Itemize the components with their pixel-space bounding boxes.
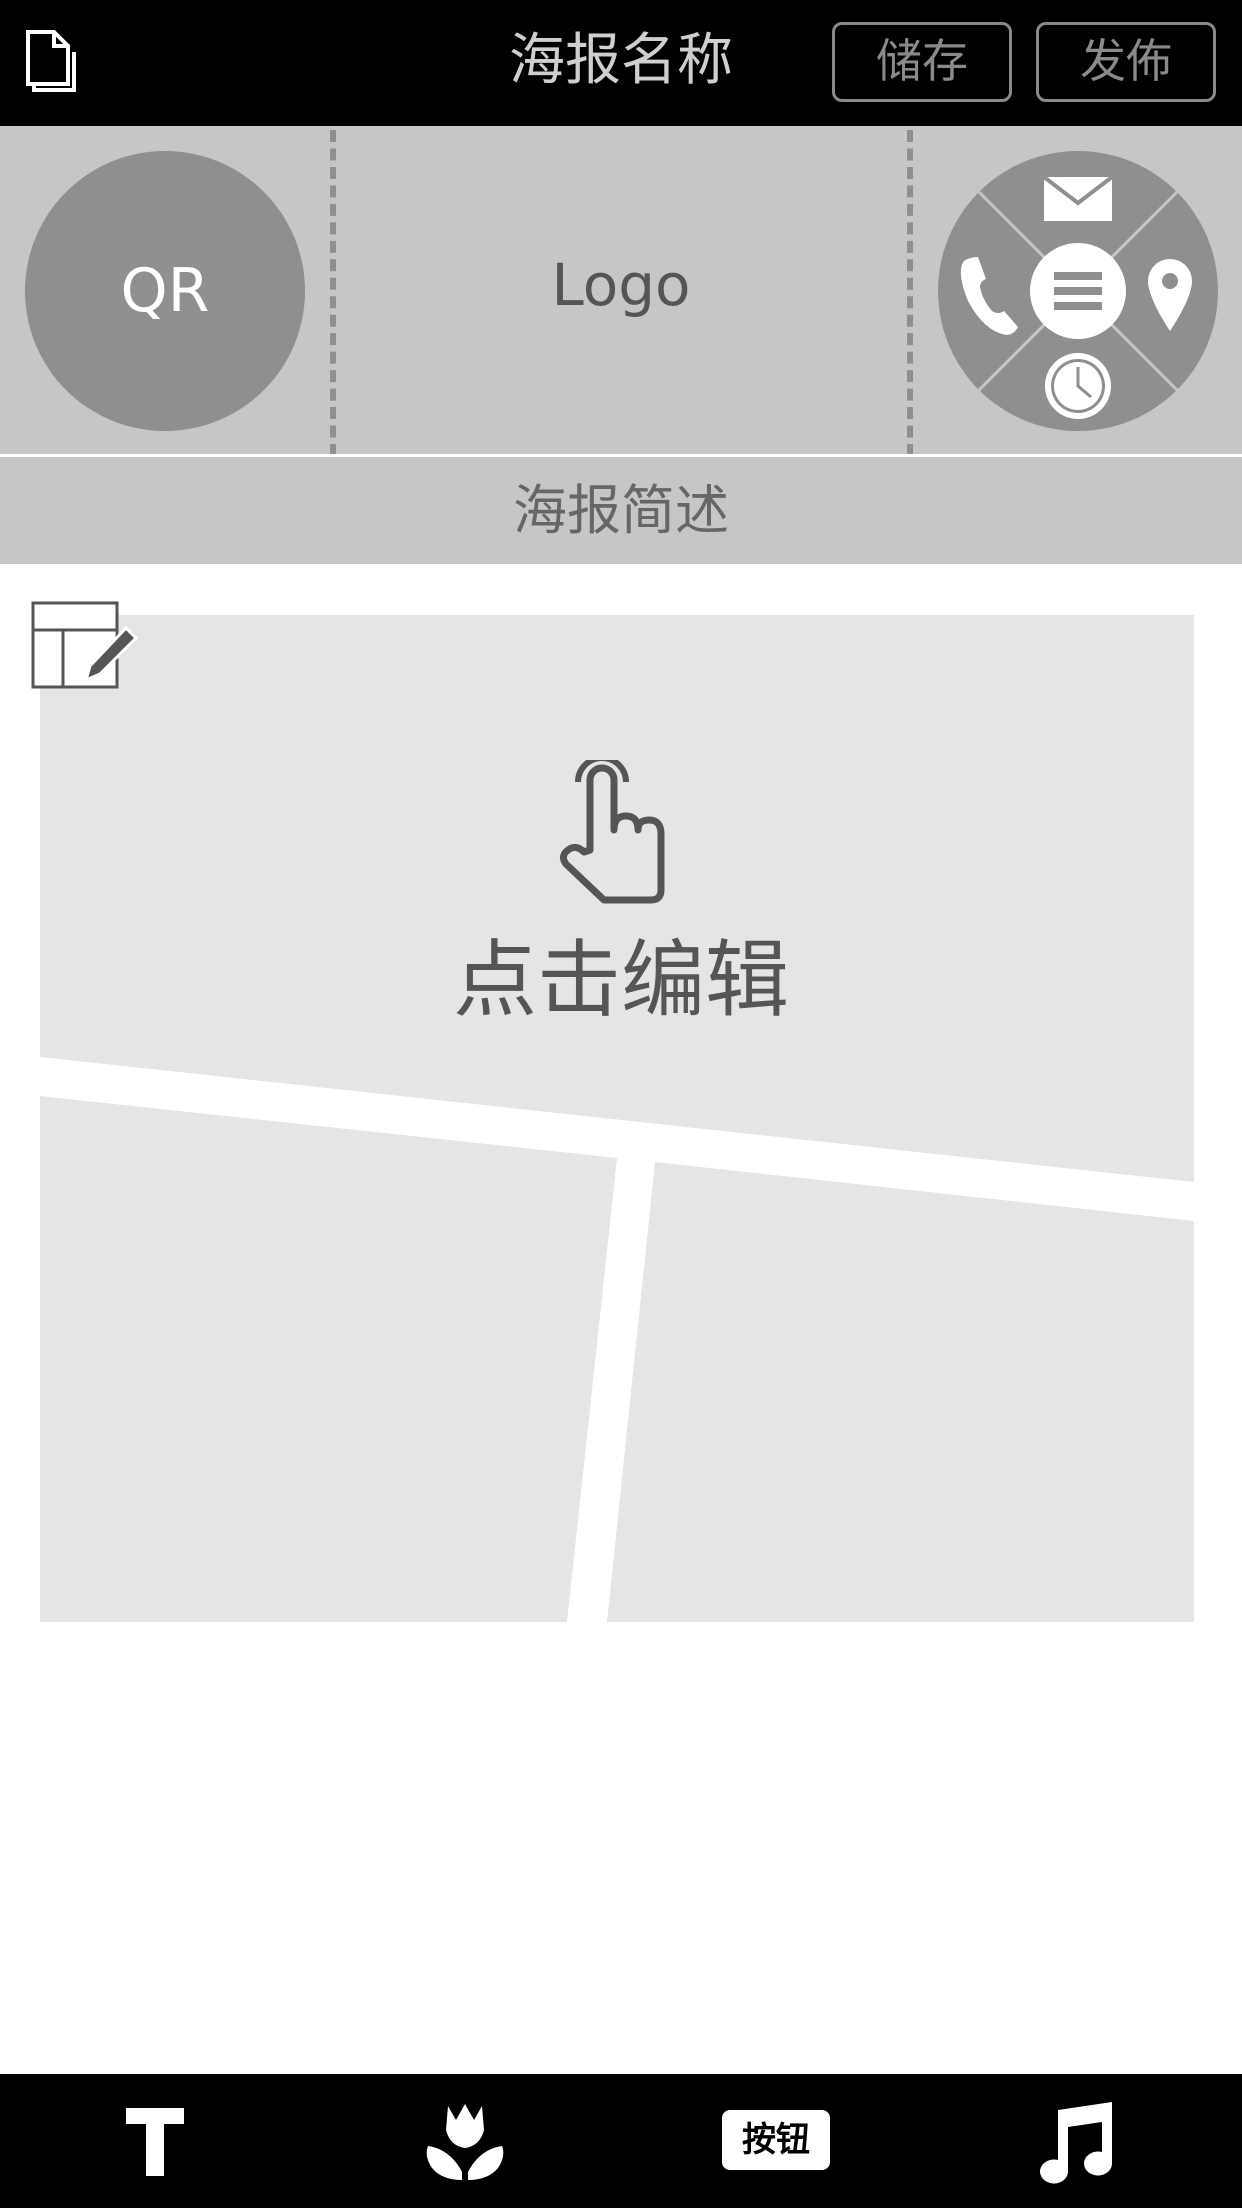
- divider: [907, 130, 913, 456]
- poster-description[interactable]: 海报简述: [0, 457, 1242, 564]
- menu-icon[interactable]: [1030, 243, 1126, 339]
- publish-button[interactable]: 发佈: [1036, 22, 1216, 102]
- music-icon[interactable]: [1020, 2100, 1130, 2184]
- contact-menu-wheel[interactable]: [938, 151, 1218, 431]
- clock-icon[interactable]: [1045, 353, 1111, 419]
- content-canvas: [40, 615, 1194, 1622]
- mail-icon[interactable]: [1042, 175, 1114, 221]
- qr-code-placeholder[interactable]: QR: [25, 151, 305, 431]
- save-button[interactable]: 储存: [832, 22, 1012, 102]
- edit-panel-bottom-left[interactable]: [40, 1096, 617, 1622]
- flower-icon[interactable]: [410, 2100, 520, 2184]
- edit-hint[interactable]: 点击编辑: [321, 920, 921, 1040]
- layout-edit-icon[interactable]: [30, 600, 140, 692]
- add-button-tool[interactable]: 按钮: [722, 2110, 830, 2170]
- logo-placeholder[interactable]: Logo: [336, 130, 906, 440]
- tap-hand-icon: [559, 760, 665, 904]
- edit-panel-bottom-right[interactable]: [607, 1162, 1194, 1622]
- text-icon[interactable]: [100, 2100, 210, 2184]
